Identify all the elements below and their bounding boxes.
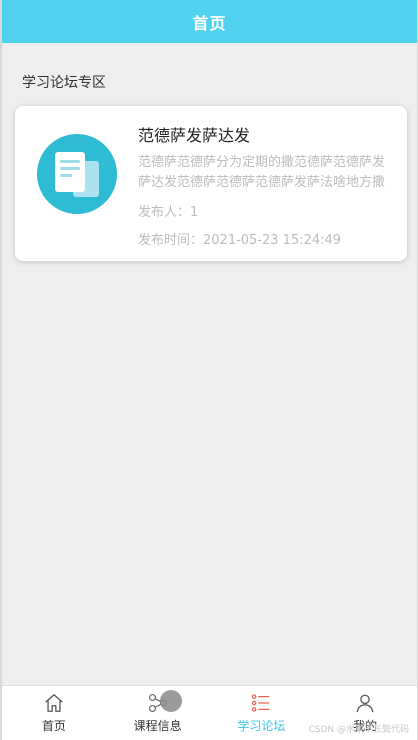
document-icon — [37, 134, 117, 214]
home-icon — [45, 694, 63, 712]
post-title[interactable]: 范德萨发萨达发 — [138, 122, 250, 146]
forum-post-card[interactable]: 范德萨发萨达发 范德萨范德萨分为定期的撒范德萨范德萨发萨达发范德萨范德萨范德萨发… — [15, 106, 407, 261]
floating-drag-handle[interactable] — [160, 690, 182, 712]
top-header: 首页 — [2, 0, 417, 43]
tab-home[interactable]: 首页 — [2, 686, 106, 740]
post-author: 发布人：1 — [138, 205, 199, 220]
section-title: 学习论坛专区 — [22, 75, 106, 91]
header-title: 首页 — [192, 13, 227, 33]
watermark-text: CSDN @水果不长鬓代码 — [308, 725, 409, 735]
tab-label: 学习论坛 — [237, 719, 286, 733]
post-description: 范德萨范德萨分为定期的撒范德萨范德萨发萨达发范德萨范德萨范德萨发萨法啥地方撒 — [138, 155, 386, 190]
app-page: 首页 学习论坛专区 范德萨发萨达发 范德萨范德萨分为定期的撒范德萨范德萨发萨达发… — [0, 0, 418, 740]
tab-label: 课程信息 — [133, 719, 182, 733]
list-icon — [252, 694, 270, 712]
tab-course-info[interactable]: 课程信息 — [106, 686, 210, 740]
tab-label: 首页 — [41, 719, 66, 733]
post-time: 发布时间：2021-05-23 15:24:49 — [138, 233, 342, 248]
tab-forum[interactable]: 学习论坛 — [210, 686, 314, 740]
user-icon — [356, 694, 374, 713]
